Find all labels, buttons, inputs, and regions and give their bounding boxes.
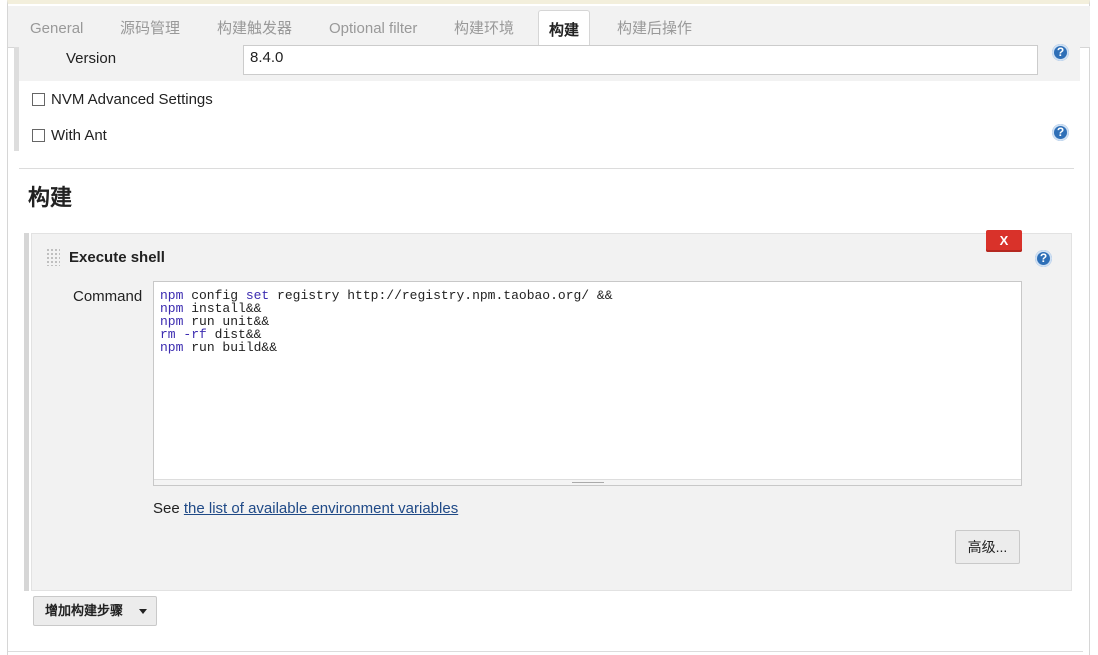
add-build-step-button[interactable]: 增加构建步骤 xyxy=(33,596,157,626)
caret-down-icon xyxy=(139,609,147,614)
version-help-icon[interactable]: ? xyxy=(1052,44,1069,61)
tab-general[interactable]: General xyxy=(30,6,83,47)
cmd-line-0-rest: registry http://registry.npm.taobao.org/… xyxy=(277,288,613,303)
command-textarea[interactable]: npm config set registry http://registry.… xyxy=(153,281,1022,486)
drag-handle-icon[interactable] xyxy=(46,248,60,266)
config-tab-bar: General 源码管理 构建触发器 Optional filter 构建环境 … xyxy=(8,6,1090,48)
with-ant-option[interactable]: With Ant xyxy=(32,127,107,144)
with-ant-label: With Ant xyxy=(51,127,107,144)
textarea-resize-handle[interactable] xyxy=(154,479,1021,485)
see-prefix: See xyxy=(153,500,180,517)
command-text: npm config set registry http://registry.… xyxy=(160,288,613,355)
version-input[interactable]: 8.4.0 xyxy=(243,45,1038,75)
env-vars-hint: See the list of available environment va… xyxy=(153,500,458,517)
build-section-title: 构建 xyxy=(28,185,73,210)
kw: npm xyxy=(160,340,184,355)
nvm-advanced-settings-option[interactable]: NVM Advanced Settings xyxy=(32,91,213,108)
cmd-line-4-rest: run build&& xyxy=(191,340,278,355)
add-build-step-label: 增加构建步骤 xyxy=(45,603,124,618)
tab-build-environment[interactable]: 构建环境 xyxy=(454,6,514,47)
with-ant-checkbox[interactable] xyxy=(32,129,45,142)
version-label: Version xyxy=(66,50,117,67)
env-vars-link[interactable]: the list of available environment variab… xyxy=(184,500,458,517)
tab-source-management[interactable]: 源码管理 xyxy=(120,6,180,47)
with-ant-help-icon[interactable]: ? xyxy=(1052,124,1069,141)
advanced-button[interactable]: 高级... xyxy=(955,530,1020,564)
tab-build[interactable]: 构建 xyxy=(538,10,591,48)
nvm-advanced-settings-checkbox[interactable] xyxy=(32,93,45,106)
step-help-icon[interactable]: ? xyxy=(1035,250,1052,267)
tab-build-triggers[interactable]: 构建触发器 xyxy=(217,6,292,47)
bottom-divider xyxy=(8,651,1083,652)
tab-post-build-actions[interactable]: 构建后操作 xyxy=(617,6,692,47)
step-title: Execute shell xyxy=(69,249,165,266)
section-divider xyxy=(19,168,1074,169)
command-label: Command xyxy=(73,288,143,305)
delete-step-button[interactable]: X xyxy=(986,230,1022,252)
nvm-advanced-settings-label: NVM Advanced Settings xyxy=(51,91,213,108)
tab-optional-filter[interactable]: Optional filter xyxy=(329,6,417,47)
